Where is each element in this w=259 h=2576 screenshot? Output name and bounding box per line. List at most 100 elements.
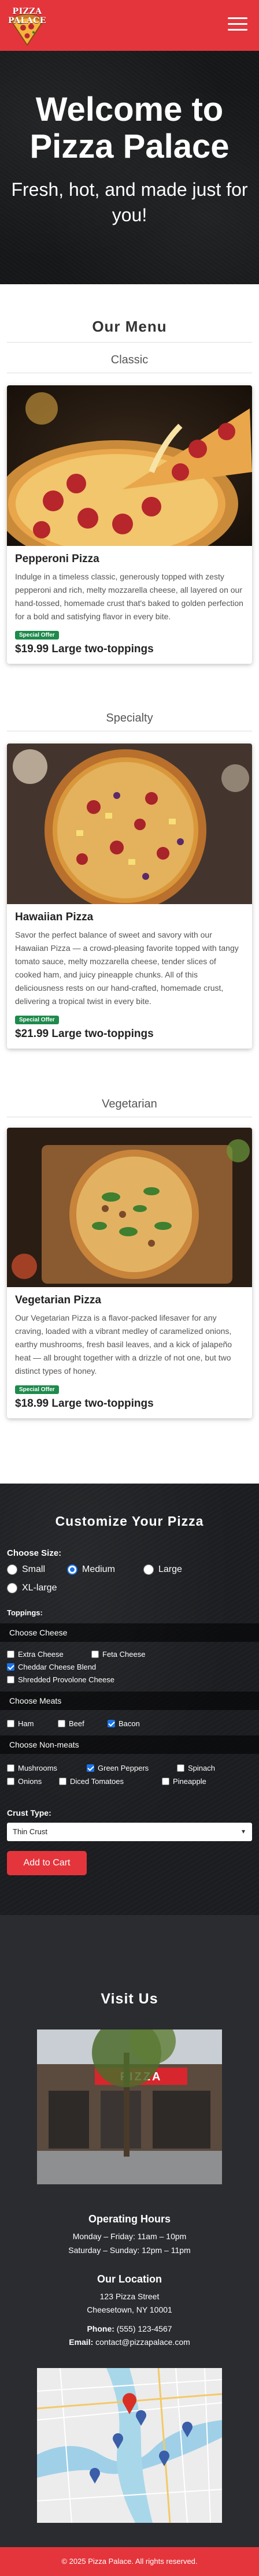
customize-heading: Customize Your Pizza: [55, 1514, 204, 1529]
category-classic: Classic: [110, 354, 149, 366]
cheese-feta-checkbox[interactable]: Feta Cheese: [91, 1650, 145, 1659]
item-description: Our Vegetarian Pizza is a flavor-packed …: [15, 1313, 232, 1376]
cheese-cheddar-checkbox[interactable]: Cheddar Cheese Blend: [7, 1663, 96, 1671]
pizza-palace-logo[interactable]: PIZZA PALACE: [6, 6, 49, 46]
checkbox-label: Shredded Provolone Cheese: [18, 1675, 114, 1684]
size-small-radio[interactable]: Small: [7, 1564, 45, 1575]
checkbox[interactable]: [59, 1778, 66, 1785]
menu-card-pepperoni[interactable]: Pepperoni Pizza Indulge in a timeless cl…: [7, 385, 252, 664]
cheese-provolone-checkbox[interactable]: Shredded Provolone Cheese: [7, 1675, 114, 1684]
nonmeat-mushrooms-checkbox[interactable]: Mushrooms: [7, 1764, 57, 1772]
item-name: Pepperoni Pizza: [15, 553, 99, 565]
radio-button[interactable]: [67, 1564, 77, 1575]
checkbox[interactable]: [7, 1778, 14, 1785]
phone-value[interactable]: (555) 123-4567: [117, 2324, 172, 2333]
nonmeat-spinach-checkbox[interactable]: Spinach: [177, 1764, 215, 1772]
pepperoni-pizza-image: [7, 385, 252, 546]
footer-copyright: © 2025 Pizza Palace. All rights reserved…: [61, 2557, 198, 2566]
checkbox-label: Beef: [69, 1719, 84, 1728]
logo-text: PIZZA PALACE: [8, 7, 46, 25]
visit-heading: Visit Us: [101, 1991, 158, 2007]
nonmeats-band: Choose Non-meats: [0, 1735, 259, 1754]
checkbox-label: Green Peppers: [98, 1764, 149, 1772]
checkbox-label: Bacon: [119, 1719, 140, 1728]
location-map[interactable]: [37, 2368, 222, 2523]
meat-beef-checkbox[interactable]: Beef: [58, 1719, 84, 1728]
phone-label: Phone:: [87, 2324, 114, 2333]
item-price: $19.99 Large two-toppings: [15, 643, 154, 655]
checkbox[interactable]: [87, 1764, 94, 1772]
radio-button[interactable]: [7, 1564, 17, 1575]
size-large-radio[interactable]: Large: [143, 1564, 182, 1575]
meat-ham-checkbox[interactable]: Ham: [7, 1719, 34, 1728]
meat-bacon-checkbox[interactable]: Bacon: [108, 1719, 140, 1728]
phone-line: Phone: (555) 123-4567: [0, 2324, 259, 2333]
nonmeat-pineapple-checkbox[interactable]: Pineapple: [162, 1777, 206, 1786]
radio-button[interactable]: [143, 1564, 154, 1575]
customize-section: Customize Your Pizza Choose Size: Small …: [0, 1484, 259, 1915]
radio-button[interactable]: [7, 1583, 17, 1593]
hamburger-menu-icon[interactable]: [228, 17, 247, 32]
footer: © 2025 Pizza Palace. All rights reserved…: [0, 2547, 259, 2576]
item-name: Vegetarian Pizza: [15, 1294, 101, 1306]
checkbox[interactable]: [177, 1764, 184, 1772]
checkbox-label: Onions: [18, 1777, 42, 1786]
item-price: $18.99 Large two-toppings: [15, 1397, 154, 1410]
size-label: Choose Size:: [7, 1548, 62, 1558]
hours-heading: Operating Hours: [88, 2213, 171, 2225]
hero-banner: Welcome to Pizza Palace Fresh, hot, and …: [0, 51, 259, 284]
nonmeat-diced-tomatoes-checkbox[interactable]: Diced Tomatoes: [59, 1777, 124, 1786]
location-heading: Our Location: [97, 2273, 162, 2285]
hero-subtitle: Fresh, hot, and made just for you!: [11, 179, 248, 225]
checkbox[interactable]: [91, 1651, 99, 1658]
checkbox-label: Feta Cheese: [102, 1650, 146, 1659]
crust-label: Crust Type:: [7, 1808, 51, 1817]
toppings-label: Toppings:: [7, 1608, 43, 1617]
add-to-cart-button[interactable]: Add to Cart: [7, 1851, 87, 1875]
nonmeat-onions-checkbox[interactable]: Onions: [7, 1777, 42, 1786]
checkbox[interactable]: [7, 1676, 14, 1683]
divider: [7, 342, 252, 343]
menu-heading: Our Menu: [92, 318, 167, 335]
item-name: Hawaiian Pizza: [15, 911, 94, 923]
size-option-label: Medium: [82, 1564, 115, 1574]
checkbox[interactable]: [162, 1778, 169, 1785]
storefront-photo: PIZZA: [37, 2029, 222, 2184]
checkbox[interactable]: [7, 1720, 14, 1727]
size-option-label: XL-large: [22, 1583, 57, 1593]
chevron-down-icon: ▾: [241, 1827, 245, 1835]
category-vegetarian: Vegetarian: [102, 1098, 157, 1110]
email-value[interactable]: contact@pizzapalace.com: [95, 2337, 190, 2347]
special-offer-badge: Special Offer: [15, 1385, 59, 1394]
checkbox[interactable]: [7, 1663, 14, 1671]
cheese-band: Choose Cheese: [0, 1623, 259, 1642]
checkbox[interactable]: [108, 1720, 115, 1727]
checkbox[interactable]: [7, 1651, 14, 1658]
menu-card-hawaiian[interactable]: Hawaiian Pizza Savor the perfect balance…: [7, 744, 252, 1049]
checkbox-label: Mushrooms: [18, 1764, 57, 1772]
top-bar: PIZZA PALACE: [0, 0, 259, 51]
special-offer-badge: Special Offer: [15, 1016, 59, 1024]
crust-select[interactable]: Thin Crust ▾: [7, 1823, 252, 1841]
cheese-extra-checkbox[interactable]: Extra Cheese: [7, 1650, 64, 1659]
checkbox-label: Pineapple: [173, 1777, 206, 1786]
vegetarian-pizza-image: [7, 1128, 252, 1287]
item-description: Savor the perfect balance of sweet and s…: [15, 930, 239, 1006]
checkbox-label: Ham: [18, 1719, 34, 1728]
size-xl-radio[interactable]: XL-large: [7, 1583, 57, 1593]
checkbox[interactable]: [7, 1764, 14, 1772]
item-description: Indulge in a timeless classic, generousl…: [15, 572, 243, 621]
nonmeat-green-peppers-checkbox[interactable]: Green Peppers: [87, 1764, 149, 1772]
menu-card-vegetarian[interactable]: Vegetarian Pizza Our Vegetarian Pizza is…: [7, 1128, 252, 1418]
checkbox[interactable]: [58, 1720, 65, 1727]
hours-weekday: Monday – Friday: 11am – 10pm: [72, 2232, 187, 2241]
hours-weekend: Saturday – Sunday: 12pm – 11pm: [68, 2246, 191, 2255]
address-line2: Cheesetown, NY 10001: [87, 2305, 172, 2314]
crust-selected-value: Thin Crust: [13, 1827, 47, 1836]
hero-title: Welcome to Pizza Palace: [29, 91, 230, 165]
category-specialty: Specialty: [106, 712, 153, 724]
email-label: Email:: [69, 2337, 94, 2347]
checkbox-label: Spinach: [188, 1764, 215, 1772]
special-offer-badge: Special Offer: [15, 631, 59, 640]
size-medium-radio[interactable]: Medium: [67, 1564, 115, 1575]
